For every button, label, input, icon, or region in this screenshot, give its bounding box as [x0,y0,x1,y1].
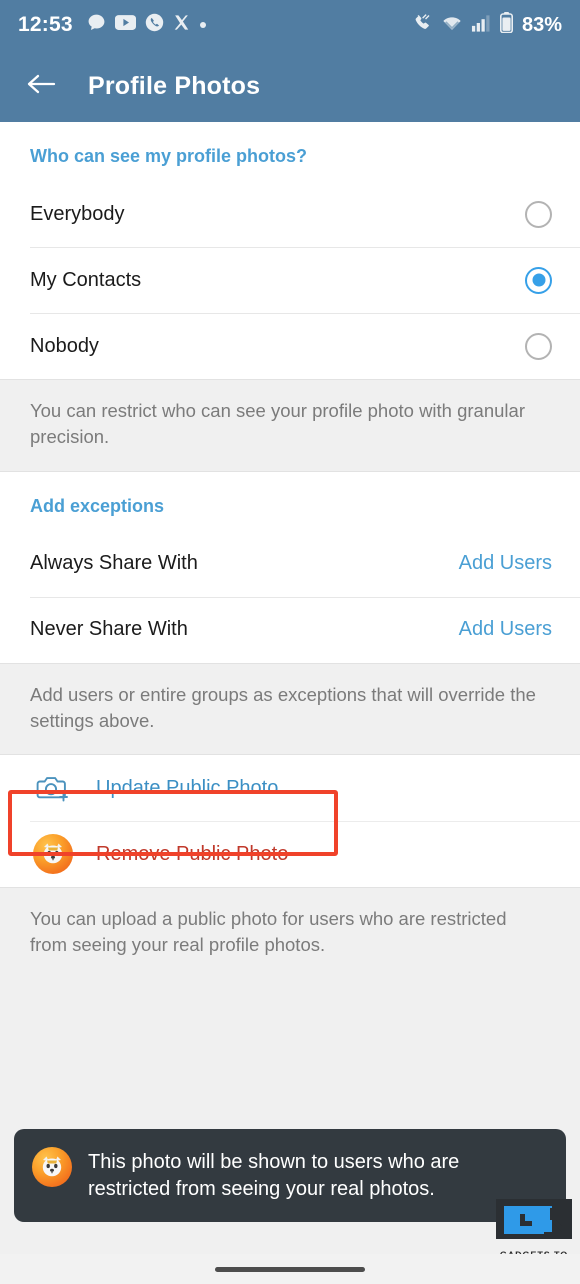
exceptions-section-header: Add exceptions [30,495,165,516]
status-bar: 12:53 83% [0,0,580,50]
visibility-option-nobody[interactable]: Nobody [0,313,580,379]
avatar [33,834,73,875]
battery-percent-label: 83% [521,13,562,36]
gesture-pill[interactable] [215,1266,365,1272]
cellular-signal-icon [471,14,492,37]
option-label: My Contacts [30,268,142,291]
update-public-photo-label: Update Public Photo [96,776,279,799]
remove-public-photo-row[interactable]: Remove Public Photo [0,821,580,888]
camera-plus-icon [30,773,76,803]
radio-nobody[interactable] [525,332,552,360]
exceptions-note: Add users or entire groups as exceptions… [0,663,580,755]
fox-face-icon [43,843,63,864]
app-bar: Profile Photos [0,50,580,122]
status-bar-clock: 12:53 [18,13,73,36]
avatar-thumbnail [30,834,76,875]
toast-text: This photo will be shown to users who ar… [88,1151,460,1200]
visibility-note: You can restrict who can see your profil… [0,380,580,471]
status-bar-notification-icons [87,13,207,37]
visibility-option-everybody[interactable]: Everybody [0,181,580,247]
wifi-icon [441,14,463,37]
status-bar-system-icons: 83% [412,12,562,38]
dot-icon [199,16,207,34]
visibility-section-header: Who can see my profile photos? [30,146,308,166]
remove-public-photo-label: Remove Public Photo [96,842,289,865]
row-label: Always Share With [30,552,198,575]
row-always-share-with[interactable]: Always Share With Add Users [0,530,580,597]
battery-icon [499,12,513,38]
option-label: Everybody [30,202,125,225]
update-public-photo-row[interactable]: Update Public Photo [0,755,580,822]
add-users-button-always[interactable]: Add Users [459,552,552,575]
call-mute-icon [412,12,433,38]
add-users-button-never[interactable]: Add Users [459,618,552,641]
arrow-left-icon [26,72,56,101]
page-title: Profile Photos [88,71,261,100]
add-exceptions-section: Add exceptions Always Share With Add Use… [0,471,580,663]
radio-my-contacts[interactable] [525,266,552,294]
radio-everybody[interactable] [525,200,552,228]
fox-face-icon [42,1156,62,1177]
row-never-share-with[interactable]: Never Share With Add Users [0,596,580,663]
profile-photo-visibility-section: Who can see my profile photos? Everybody… [0,122,580,379]
toast-avatar [32,1147,72,1188]
youtube-icon [114,15,136,35]
option-label: Nobody [30,334,99,357]
public-photo-note: You can upload a public photo for users … [0,888,580,979]
phone-screen: 12:53 83% Profile Photos Who can see my … [0,0,580,1284]
system-navigation-bar [0,1254,580,1284]
x-twitter-icon [173,14,190,36]
row-label: Never Share With [30,618,188,641]
visibility-option-my-contacts[interactable]: My Contacts [0,247,580,313]
chat-bubble-icon [87,13,106,37]
back-button[interactable] [20,65,62,107]
phone-circle-icon [145,13,164,37]
public-photo-section: Update Public Photo Remove Public Photo [0,755,580,888]
gadgets-to-use-logo-icon [496,1199,572,1239]
toast-message: This photo will be shown to users who ar… [14,1129,566,1222]
